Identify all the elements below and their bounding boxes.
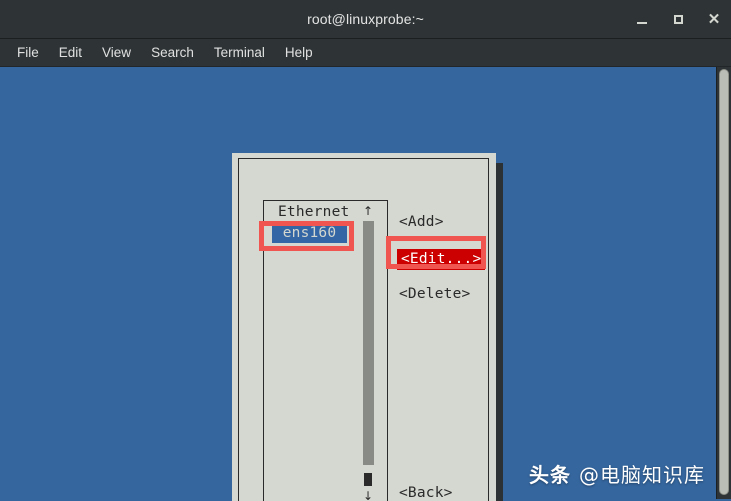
list-group-header: Ethernet [278,204,350,220]
dialog-frame: Ethernet ens160 ↑ ↓ <Add> <Edit...> <Del… [238,158,489,501]
edit-button[interactable]: <Edit...> [397,249,486,270]
scroll-down-arrow-icon[interactable]: ↓ [363,490,373,501]
window-controls: ✕ [631,0,725,39]
menu-bar: File Edit View Search Terminal Help [0,39,731,67]
watermark-brand: 头条 [529,463,572,487]
maximize-icon[interactable] [667,9,689,31]
menu-item-search[interactable]: Search [141,39,204,66]
terminal-canvas: Ethernet ens160 ↑ ↓ <Add> <Edit...> <Del… [0,67,731,501]
menu-item-edit[interactable]: Edit [49,39,92,66]
add-button[interactable]: <Add> [399,214,444,230]
terminal-scrollbar-thumb[interactable] [719,69,729,495]
watermark: 头条 @电脑知识库 [529,459,705,488]
menu-item-help[interactable]: Help [275,39,323,66]
nmtui-dialog: Ethernet ens160 ↑ ↓ <Add> <Edit...> <Del… [232,153,496,501]
watermark-handle: @电脑知识库 [579,463,705,487]
delete-button[interactable]: <Delete> [399,286,470,302]
list-scrollbar[interactable]: ↑ ↓ [360,203,376,501]
menu-item-view[interactable]: View [92,39,141,66]
menu-item-terminal[interactable]: Terminal [204,39,275,66]
terminal-window: root@linuxprobe:~ ✕ File Edit View Searc… [0,0,731,501]
title-bar: root@linuxprobe:~ ✕ [0,0,731,39]
close-icon[interactable]: ✕ [703,9,725,31]
terminal-scrollbar[interactable] [716,67,731,499]
minimize-icon[interactable] [631,9,653,31]
menu-item-file[interactable]: File [7,39,49,66]
scrollbar-position-marker [364,473,372,486]
window-title: root@linuxprobe:~ [307,11,424,27]
scroll-up-arrow-icon[interactable]: ↑ [363,205,373,217]
back-button[interactable]: <Back> [399,485,453,501]
scrollbar-thumb[interactable] [363,221,374,465]
list-item-ens160[interactable]: ens160 [272,224,347,243]
connection-list[interactable]: Ethernet ens160 ↑ ↓ [263,200,388,501]
